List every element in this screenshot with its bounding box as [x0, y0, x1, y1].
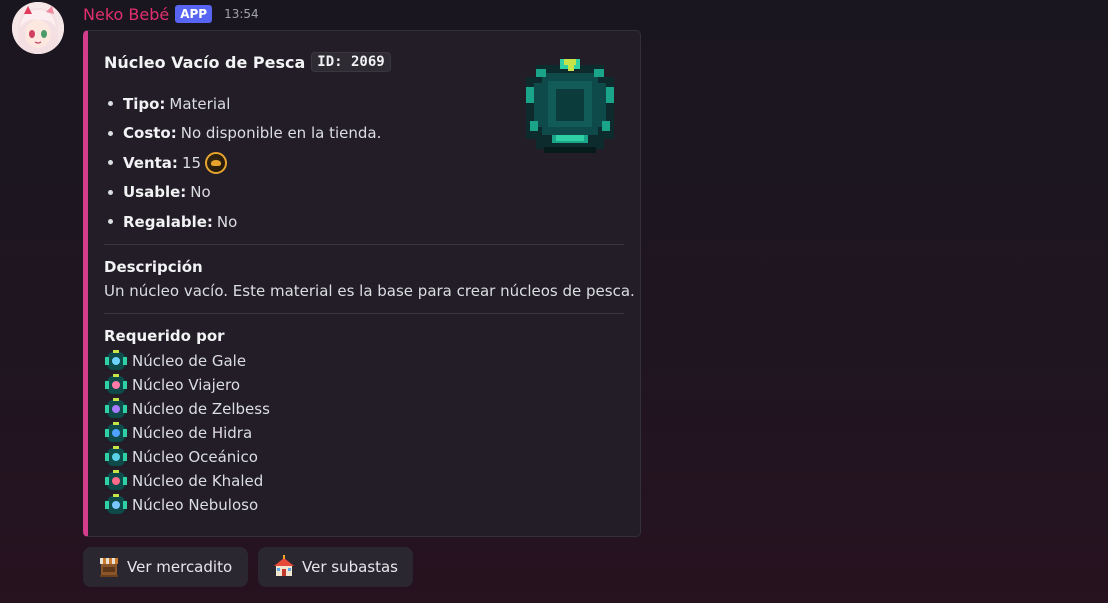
- core-gem-icon: [105, 470, 127, 490]
- item-name: Núcleo Vacío de Pesca: [104, 52, 306, 72]
- bullet: [108, 189, 113, 195]
- embed-title: Núcleo Vacío de Pesca ID: 2069: [104, 52, 391, 72]
- field-label: Venta:: [123, 153, 178, 172]
- divider: [104, 313, 624, 314]
- core-gem-icon: [105, 398, 127, 418]
- field-value: No: [190, 183, 211, 202]
- list-item: Núcleo Viajero: [104, 373, 270, 397]
- button-label: Ver mercadito: [127, 558, 233, 576]
- empty-core-icon: [526, 59, 614, 153]
- field-value: No disponible en la tienda.: [180, 124, 382, 143]
- coin-icon: [205, 151, 228, 174]
- required-list: Núcleo de Gale Núcleo Viajero Núcleo de …: [104, 349, 270, 517]
- core-gem-icon: [105, 350, 127, 370]
- required-title: Requerido por: [104, 327, 225, 345]
- avatar[interactable]: [12, 2, 64, 54]
- bullet: [108, 160, 113, 166]
- description-title: Descripción: [104, 258, 203, 276]
- message-header: Neko Bebé APP 13:54: [83, 3, 259, 25]
- required-item-name: Núcleo de Hidra: [132, 424, 253, 442]
- bullet: [108, 101, 113, 107]
- description-text: Un núcleo vacío. Este material es la bas…: [104, 282, 635, 300]
- core-gem-icon: [105, 446, 127, 466]
- list-item: Núcleo de Zelbess: [104, 397, 270, 421]
- auction-house-icon: [274, 555, 294, 576]
- required-item-name: Núcleo de Gale: [132, 352, 247, 370]
- field-label: Tipo:: [123, 94, 166, 113]
- list-item: Núcleo de Hidra: [104, 421, 270, 445]
- field-value: 15: [181, 153, 202, 172]
- bullet: [108, 130, 113, 136]
- list-item: Núcleo Nebuloso: [104, 493, 270, 517]
- market-button[interactable]: Ver mercadito: [83, 547, 248, 587]
- field-value: No: [216, 212, 238, 231]
- core-gem-icon: [105, 374, 127, 394]
- field-regalable: Regalable: No: [108, 207, 381, 237]
- divider: [104, 244, 624, 245]
- core-gem-icon: [105, 494, 127, 514]
- button-label: Ver subastas: [302, 558, 398, 576]
- list-item: Núcleo de Khaled: [104, 469, 270, 493]
- item-fields: Tipo: Material Costo: No disponible en l…: [108, 89, 381, 237]
- core-gem-icon: [105, 422, 127, 442]
- required-item-name: Núcleo Oceánico: [132, 448, 258, 466]
- required-item-name: Núcleo Nebuloso: [132, 496, 259, 514]
- field-venta: Venta: 15: [108, 148, 381, 178]
- market-stall-icon: [100, 558, 118, 577]
- field-label: Usable:: [123, 183, 187, 202]
- list-item: Núcleo Oceánico: [104, 445, 270, 469]
- timestamp[interactable]: 13:54: [224, 7, 259, 21]
- field-label: Costo:: [123, 124, 177, 143]
- required-item-name: Núcleo Viajero: [132, 376, 241, 394]
- field-costo: Costo: No disponible en la tienda.: [108, 119, 381, 149]
- bullet: [108, 219, 113, 225]
- required-item-name: Núcleo de Zelbess: [132, 400, 270, 418]
- field-tipo: Tipo: Material: [108, 89, 381, 119]
- item-embed: Núcleo Vacío de Pesca ID: 2069 Tipo: Mat…: [83, 30, 641, 537]
- auctions-button[interactable]: Ver subastas: [258, 547, 413, 587]
- app-badge: APP: [175, 5, 213, 23]
- required-item-name: Núcleo de Khaled: [132, 472, 264, 490]
- field-usable: Usable: No: [108, 178, 381, 208]
- field-value: Material: [169, 94, 231, 113]
- field-label: Regalable:: [123, 212, 213, 231]
- item-id-code: ID: 2069: [311, 52, 391, 72]
- anime-avatar-icon: [12, 2, 64, 54]
- username[interactable]: Neko Bebé: [83, 5, 169, 24]
- list-item: Núcleo de Gale: [104, 349, 270, 373]
